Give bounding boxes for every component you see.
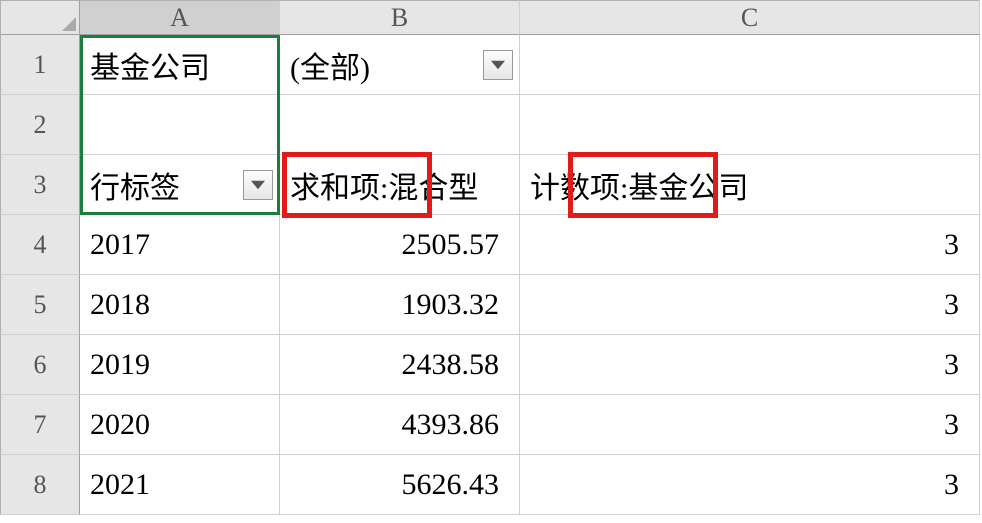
year-value: 2020	[90, 408, 150, 442]
row-header-2[interactable]: 2	[0, 95, 80, 155]
row-labels-header: 行标签	[90, 163, 180, 207]
cell-C7[interactable]: 3	[520, 395, 980, 455]
cell-A5[interactable]: 2018	[80, 275, 280, 335]
cell-C2[interactable]	[520, 95, 980, 155]
col-header-A[interactable]: A	[80, 0, 280, 35]
filter-dropdown-button[interactable]	[483, 50, 513, 80]
year-value: 2019	[90, 348, 150, 382]
col-header-C[interactable]: C	[520, 0, 980, 35]
cell-C5[interactable]: 3	[520, 275, 980, 335]
select-all-corner[interactable]	[0, 0, 80, 35]
row-header-7[interactable]: 7	[0, 395, 80, 455]
cell-A6[interactable]: 2019	[80, 335, 280, 395]
cell-B2[interactable]	[280, 95, 520, 155]
sum-field-header: 求和项:混合型	[290, 163, 478, 207]
row-header-6[interactable]: 6	[0, 335, 80, 395]
cell-C4[interactable]: 3	[520, 215, 980, 275]
count-value: 3	[944, 348, 959, 382]
count-value: 3	[944, 228, 959, 262]
row-header-5[interactable]: 5	[0, 275, 80, 335]
count-field-header: 计数项:基金公司	[530, 163, 748, 207]
cell-A8[interactable]: 2021	[80, 455, 280, 515]
count-value: 3	[944, 408, 959, 442]
year-value: 2021	[90, 468, 150, 502]
pivot-filter-value: (全部)	[290, 43, 370, 87]
cell-B6[interactable]: 2438.58	[280, 335, 520, 395]
cell-C3[interactable]: 计数项:基金公司	[520, 155, 980, 215]
chevron-down-icon	[251, 180, 265, 190]
sum-value: 2438.58	[402, 348, 500, 382]
count-value: 3	[944, 288, 959, 322]
cell-B1[interactable]: (全部)	[280, 35, 520, 95]
col-header-B[interactable]: B	[280, 0, 520, 35]
year-value: 2017	[90, 228, 150, 262]
row-header-3[interactable]: 3	[0, 155, 80, 215]
cell-B5[interactable]: 1903.32	[280, 275, 520, 335]
cell-C1[interactable]	[520, 35, 980, 95]
year-value: 2018	[90, 288, 150, 322]
row-header-1[interactable]: 1	[0, 35, 80, 95]
sum-value: 1903.32	[402, 288, 500, 322]
row-header-8[interactable]: 8	[0, 455, 80, 515]
pivot-filter-field-label: 基金公司	[90, 43, 210, 87]
sum-value: 2505.57	[402, 228, 500, 262]
cell-A4[interactable]: 2017	[80, 215, 280, 275]
row-header-4[interactable]: 4	[0, 215, 80, 275]
count-value: 3	[944, 468, 959, 502]
cell-B8[interactable]: 5626.43	[280, 455, 520, 515]
cell-B4[interactable]: 2505.57	[280, 215, 520, 275]
row-labels-dropdown-button[interactable]	[243, 170, 273, 200]
cell-C8[interactable]: 3	[520, 455, 980, 515]
cell-A3[interactable]: 行标签	[80, 155, 280, 215]
sum-value: 4393.86	[402, 408, 500, 442]
cell-B3[interactable]: 求和项:混合型	[280, 155, 520, 215]
chevron-down-icon	[491, 60, 505, 70]
cell-A1[interactable]: 基金公司	[80, 35, 280, 95]
sum-value: 5626.43	[402, 468, 500, 502]
cell-A7[interactable]: 2020	[80, 395, 280, 455]
cell-A2[interactable]	[80, 95, 280, 155]
spreadsheet-grid: A B C 1 基金公司 (全部) 2 3 行标签 求和项:混合型 计数项:基金…	[0, 0, 982, 515]
cell-B7[interactable]: 4393.86	[280, 395, 520, 455]
cell-C6[interactable]: 3	[520, 335, 980, 395]
